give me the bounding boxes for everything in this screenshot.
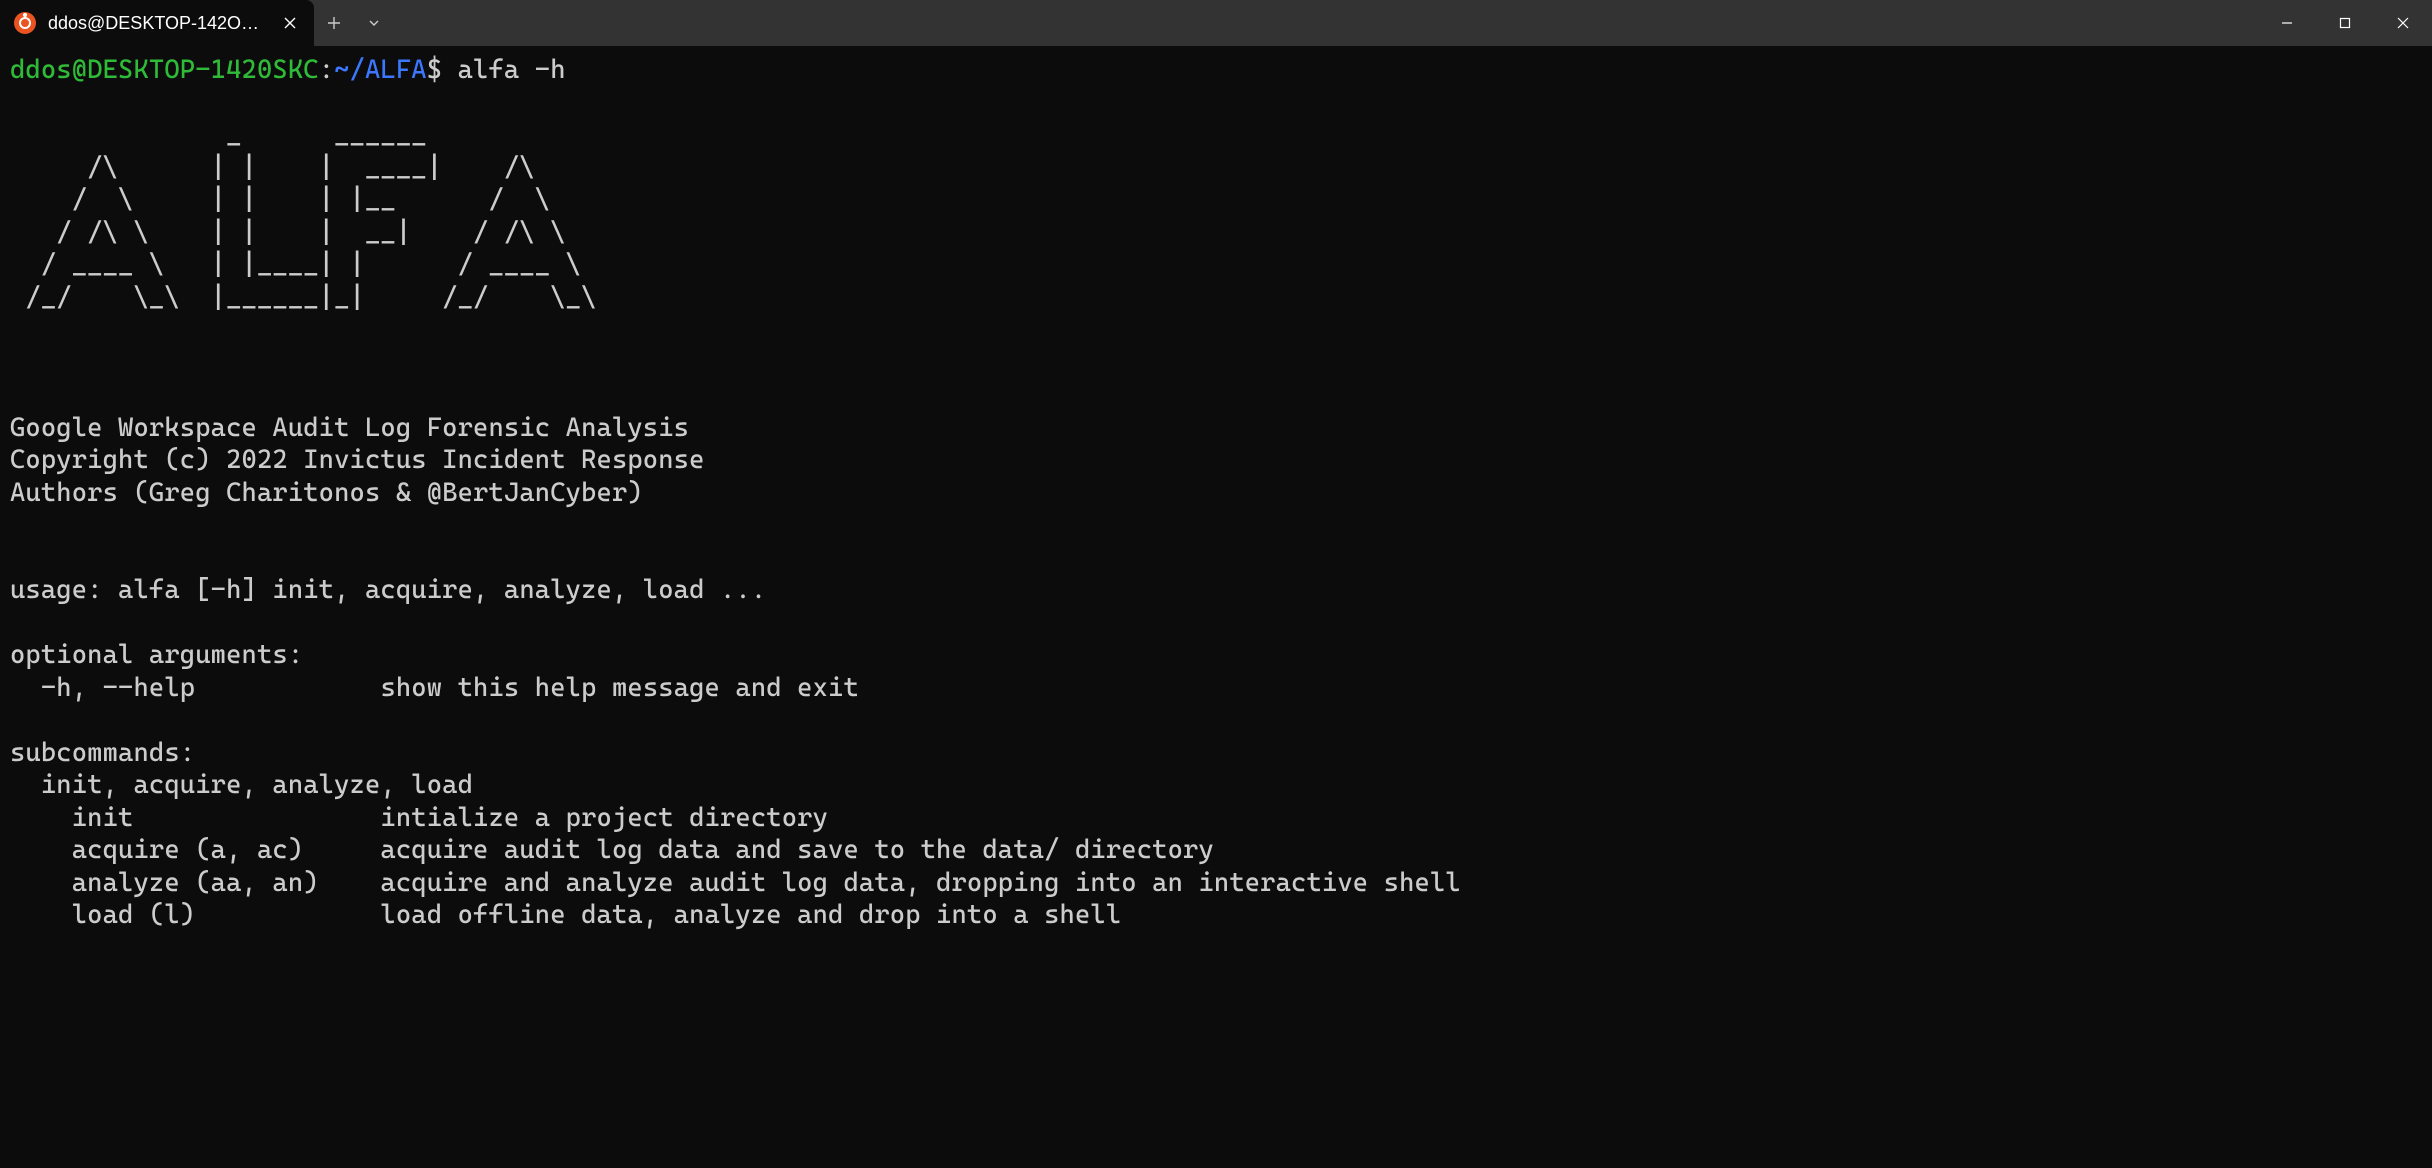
terminal-tab[interactable]: ddos@DESKTOP-142OSKC: ~/… [0, 0, 314, 46]
optional-args-header: optional arguments: [10, 640, 303, 670]
new-tab-button[interactable] [314, 0, 354, 46]
intro-line-2: Copyright (c) 2022 Invictus Incident Res… [10, 445, 705, 475]
subcommands-list: init, acquire, analyze, load [10, 770, 473, 800]
usage-line: usage: alfa [-h] init, acquire, analyze,… [10, 575, 766, 605]
intro-line-1: Google Workspace Audit Log Forensic Anal… [10, 413, 689, 443]
intro-line-3: Authors (Greg Charitonos & @BertJanCyber… [10, 478, 643, 508]
ascii-art-logo: _ ______ /\ | | | ____| /\ / \ | | | |__… [10, 120, 643, 313]
close-window-button[interactable] [2374, 0, 2432, 46]
minimize-button[interactable] [2258, 0, 2316, 46]
title-bar-spacer [394, 0, 2258, 46]
optional-arg-desc: show this help message and exit [380, 673, 858, 703]
prompt-dollar: $ [427, 55, 442, 85]
prompt-user-host: ddos@DESKTOP-1420SKC [10, 55, 319, 85]
maximize-button[interactable] [2316, 0, 2374, 46]
prompt-sep: : [319, 55, 334, 85]
subcommands-header: subcommands: [10, 738, 195, 768]
title-bar: ddos@DESKTOP-142OSKC: ~/… [0, 0, 2432, 46]
tab-title: ddos@DESKTOP-142OSKC: ~/… [48, 13, 268, 34]
command-text: alfa -h [442, 55, 565, 85]
close-tab-button[interactable] [280, 13, 300, 33]
ubuntu-icon [14, 12, 36, 34]
optional-arg-flag: -h, --help [10, 673, 195, 703]
prompt-path: ~/ALFA [334, 55, 427, 85]
terminal-body[interactable]: ddos@DESKTOP-1420SKC:~/ALFA$ alfa -h _ _… [0, 46, 2432, 940]
tab-dropdown-button[interactable] [354, 0, 394, 46]
window-controls [2258, 0, 2432, 46]
subcommand-rows: init intialize a project directory acqui… [10, 803, 1461, 931]
